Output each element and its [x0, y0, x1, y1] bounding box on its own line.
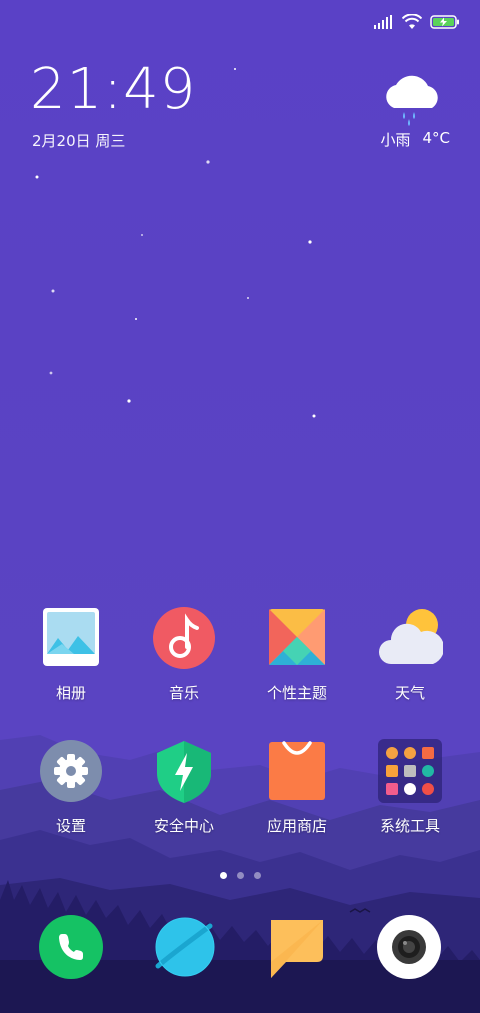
- phone-icon: [39, 915, 103, 979]
- app-label: 系统工具: [379, 817, 440, 835]
- status-bar: [374, 12, 460, 32]
- app-label: 天气: [394, 684, 425, 702]
- signal-icon: [374, 15, 392, 29]
- page-dot-3[interactable]: [253, 872, 261, 879]
- page-dot-2[interactable]: [236, 872, 244, 879]
- clock-date: 2月20日 周三: [32, 132, 126, 150]
- weather-icon: [377, 606, 445, 672]
- app-system-tools-folder[interactable]: 系统工具: [355, 739, 465, 836]
- dock-phone[interactable]: [38, 914, 104, 980]
- app-music[interactable]: 音乐: [129, 606, 239, 703]
- app-settings[interactable]: 设置: [16, 739, 126, 836]
- app-label: 相册: [55, 684, 86, 702]
- wifi-icon: [402, 14, 422, 29]
- app-label: 安全中心: [153, 817, 214, 835]
- weather-temperature: 4°C: [422, 129, 450, 147]
- message-icon: [271, 920, 323, 978]
- app-themes[interactable]: 个性主题: [242, 606, 352, 703]
- store-bag-icon: [264, 739, 330, 805]
- rain-cloud-icon: [386, 75, 438, 126]
- page-indicator[interactable]: [0, 872, 480, 879]
- app-label: 设置: [55, 817, 86, 835]
- dock-browser[interactable]: [152, 914, 218, 980]
- browser-planet-icon: [155, 917, 215, 977]
- themes-icon: [264, 606, 330, 672]
- gallery-icon: [38, 606, 104, 672]
- battery-charging-icon: [430, 15, 459, 29]
- app-label: 个性主题: [266, 684, 327, 702]
- clock-time[interactable]: 21:49: [30, 62, 196, 118]
- dock-messages[interactable]: [266, 914, 332, 980]
- folder-icon: [377, 739, 443, 805]
- app-security[interactable]: 安全中心: [129, 739, 239, 836]
- weather-condition: 小雨: [380, 131, 411, 149]
- gear-icon: [38, 739, 104, 805]
- camera-icon: [377, 915, 441, 979]
- app-label: 应用商店: [266, 817, 327, 835]
- shield-icon: [151, 739, 217, 805]
- weather-info: 小雨 4°C: [380, 129, 450, 150]
- music-icon: [151, 606, 217, 672]
- app-weather[interactable]: 天气: [355, 606, 465, 703]
- app-store[interactable]: 应用商店: [242, 739, 352, 836]
- page-dot-1[interactable]: [219, 872, 227, 879]
- dock-camera[interactable]: [376, 914, 442, 980]
- app-gallery[interactable]: 相册: [16, 606, 126, 703]
- app-label: 音乐: [168, 684, 199, 702]
